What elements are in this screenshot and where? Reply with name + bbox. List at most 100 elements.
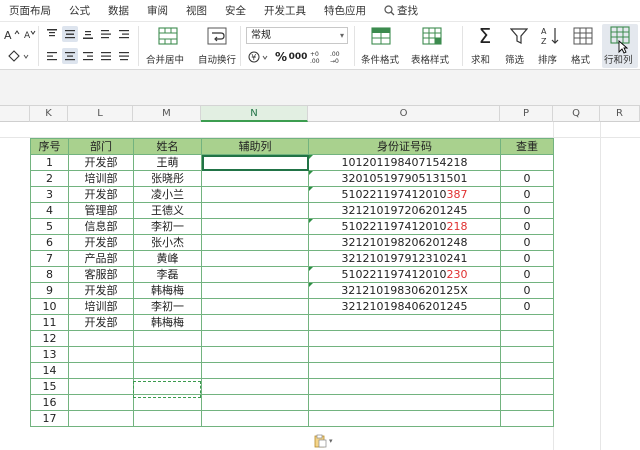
align-right-button[interactable] [80,48,96,64]
indent-button[interactable] [116,26,132,42]
sum-button[interactable]: Σ [474,25,496,47]
cell-name[interactable] [133,346,202,363]
cell-aux[interactable] [201,170,309,187]
cell-aux[interactable] [201,346,309,363]
cell-seq[interactable]: 2 [30,170,69,187]
number-format-select[interactable]: 常规 ▾ [246,27,348,44]
cell-dept[interactable]: 培训部 [68,170,134,187]
cell-id[interactable] [308,314,501,331]
cell-seq[interactable]: 11 [30,314,69,331]
table-style-button[interactable] [421,25,443,47]
cell-dup[interactable] [500,378,554,395]
percent-button[interactable]: % [274,49,288,65]
cell-aux[interactable] [201,218,309,235]
cell-dup[interactable] [500,410,554,427]
cell-id[interactable]: 510221197412010218 [308,218,501,235]
cell-id[interactable]: 510221197412010230 [308,266,501,283]
cell-dept[interactable]: 信息部 [68,218,134,235]
column-header-n[interactable]: N [201,106,308,122]
menu-features[interactable]: 特色应用 [315,3,375,18]
increase-decimal-button[interactable]: +0.00 [309,49,327,65]
menu-formulas[interactable]: 公式 [60,3,99,18]
cell-dept[interactable] [68,362,134,379]
cell-seq[interactable]: 12 [30,330,69,347]
cell-seq[interactable]: 1 [30,154,69,171]
cell-name[interactable]: 凌小兰 [133,186,202,203]
cell-id[interactable]: 321210197206201245 [308,202,501,219]
column-header-l[interactable]: L [68,106,133,122]
column-header-p[interactable]: P [500,106,553,122]
orientation-button[interactable] [98,26,114,42]
cell-id[interactable]: 321210198406201245 [308,298,501,315]
cell-dup[interactable]: 0 [500,202,554,219]
cell-dept[interactable] [68,330,134,347]
cell-seq[interactable]: 15 [30,378,69,395]
cell-seq[interactable]: 13 [30,346,69,363]
header-id[interactable]: 身份证号码 [308,138,501,155]
cell-dept[interactable] [68,378,134,395]
merge-center-button[interactable] [156,25,180,47]
cell-dept[interactable]: 开发部 [68,314,134,331]
header-dept[interactable]: 部门 [68,138,134,155]
cell-dept[interactable]: 产品部 [68,250,134,267]
header-dup[interactable]: 查重 [500,138,554,155]
menu-security[interactable]: 安全 [216,3,255,18]
cell-name[interactable] [133,362,202,379]
cell-aux[interactable] [201,202,309,219]
cell-dept[interactable]: 开发部 [68,282,134,299]
cell-aux-selected[interactable] [201,154,309,171]
cell-aux[interactable] [201,250,309,267]
distributed-button[interactable] [116,48,132,64]
cell-dept[interactable]: 培训部 [68,298,134,315]
paste-options-button[interactable]: ▾ [313,434,333,448]
cell-dept[interactable] [68,394,134,411]
cell-dup[interactable]: 0 [500,266,554,283]
cell-dept[interactable] [68,346,134,363]
cell-aux[interactable] [201,266,309,283]
cell-name[interactable]: 王德义 [133,202,202,219]
cell-name[interactable]: 韩梅梅 [133,282,202,299]
cell-dup[interactable] [500,154,554,171]
column-header-o[interactable]: O [308,106,500,122]
menu-developer[interactable]: 开发工具 [255,3,315,18]
cell-name[interactable] [133,410,202,427]
cell-id[interactable]: 32121019830620125X [308,282,501,299]
cell-id[interactable]: 321210197912310241 [308,250,501,267]
cell-name[interactable]: 黄峰 [133,250,202,267]
cell-aux[interactable] [201,282,309,299]
cell-seq[interactable]: 6 [30,234,69,251]
cell-dup[interactable] [500,330,554,347]
justify-button[interactable] [98,48,114,64]
cell-seq[interactable]: 16 [30,394,69,411]
cell-dept[interactable]: 管理部 [68,202,134,219]
cell-dup[interactable] [500,346,554,363]
cell-seq[interactable]: 9 [30,282,69,299]
conditional-format-button[interactable] [370,25,392,47]
column-header-m[interactable]: M [133,106,201,122]
cell-dept[interactable] [68,410,134,427]
align-middle-button[interactable] [62,26,78,42]
decrease-decimal-button[interactable]: .00 →0 [329,49,347,65]
cell-dup[interactable]: 0 [500,234,554,251]
error-indicator-icon[interactable] [309,283,313,287]
cell-id[interactable]: 320105197905131501 [308,170,501,187]
menu-page-layout[interactable]: 页面布局 [0,3,60,18]
fill-color-button[interactable] [2,48,34,64]
cell-dup[interactable] [500,394,554,411]
cell-dept[interactable]: 开发部 [68,186,134,203]
select-all-corner[interactable] [0,106,30,122]
cell-aux[interactable] [201,314,309,331]
font-size-down-button[interactable]: A [22,26,38,42]
cell-name[interactable]: 王萌 [133,154,202,171]
cell-name[interactable]: 李磊 [133,266,202,283]
cell-id[interactable] [308,362,501,379]
align-left-button[interactable] [44,48,60,64]
cell-seq[interactable]: 4 [30,202,69,219]
wrap-text-button[interactable] [205,25,229,47]
cell-aux[interactable] [201,298,309,315]
cell-id[interactable] [308,346,501,363]
cell-aux[interactable] [201,410,309,427]
cell-dup[interactable]: 0 [500,298,554,315]
thousands-button[interactable]: 000 [289,49,308,65]
cell-name[interactable]: 张小杰 [133,234,202,251]
